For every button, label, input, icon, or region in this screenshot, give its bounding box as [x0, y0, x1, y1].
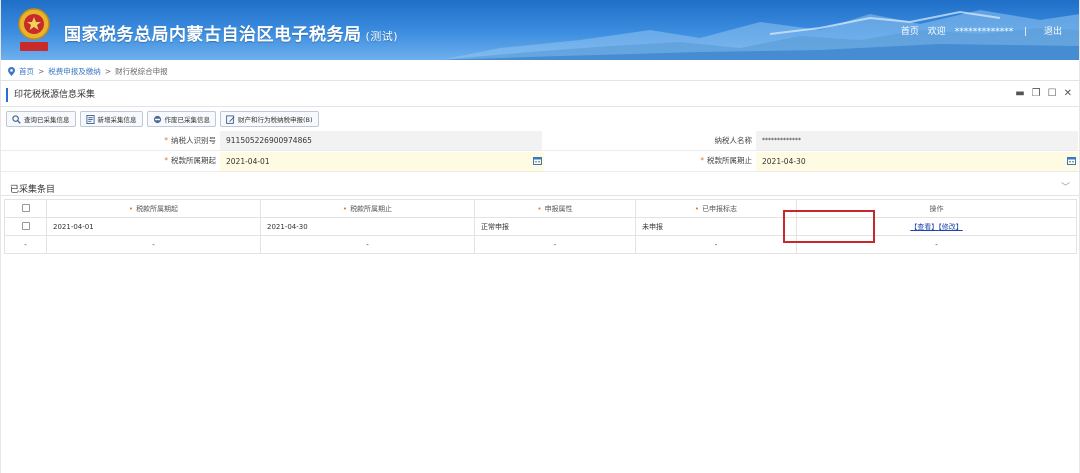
edit-icon [226, 114, 235, 124]
breadcrumb-current: 财行税综合申报 [115, 67, 168, 76]
user-bar-separator: | [1024, 27, 1028, 37]
maximize-icon[interactable]: ☐ [1048, 88, 1057, 99]
modify-link[interactable]: 【修改】 [938, 223, 963, 231]
calendar-icon[interactable] [533, 156, 542, 165]
breadcrumb-home[interactable]: 首页 [19, 66, 34, 77]
restore-icon[interactable]: ❐ [1032, 88, 1041, 99]
logout-link[interactable]: 退出 [1044, 27, 1062, 37]
tax-emblem-icon [18, 8, 50, 51]
table-row-empty: - - - - - - [4, 235, 1077, 254]
void-collected-button[interactable]: 作废已采集信息 [146, 111, 216, 127]
home-link[interactable]: 首页 [901, 27, 919, 37]
required-mark: * [164, 136, 168, 145]
calendar-icon[interactable] [1067, 156, 1076, 165]
period-start-label: * 税款所属期起 [100, 151, 216, 171]
col-header: • 税款所属期起 [46, 199, 261, 218]
query-collected-button[interactable]: 查询已采集信息 [6, 111, 76, 127]
cell-period-start: 2021-04-01 [46, 217, 261, 236]
query-collected-label: 查询已采集信息 [24, 116, 70, 124]
select-all-checkbox[interactable] [21, 203, 30, 212]
section-title: 已采集条目 [10, 185, 56, 195]
period-end-label-text: 税款所属期止 [707, 156, 752, 165]
col-header-declared-flag: 已申报标志 [702, 204, 738, 213]
document-icon [85, 114, 95, 124]
table-row: 2021-04-01 2021-04-30 正常申报 未申报 【查看】【修改】 [4, 217, 1077, 236]
chevron-down-icon[interactable]: ﹀ [1061, 180, 1070, 193]
empty-cell: - [46, 235, 261, 254]
collected-items-table: • 税款所属期起 • 税款所属期止 • 申报属性 • 已申报标志 操作 2021-04-… [4, 199, 1077, 254]
form-row: * 税款所属期起 2021-04-01 * 税款所属期止 2021-04-30 [0, 151, 1080, 172]
search-icon [12, 114, 21, 124]
view-link[interactable]: 【查看】 [910, 223, 938, 231]
taxpayer-id-label-text: 纳税人识别号 [171, 136, 216, 145]
period-end-input[interactable]: 2021-04-30 [756, 152, 1078, 171]
col-header-operation: 操作 [929, 204, 944, 213]
empty-cell: - [635, 235, 797, 254]
breadcrumb: 首页 > 税费申报及缴纳 > 财行税综合申报 [8, 66, 168, 77]
void-collected-label: 作废已采集信息 [164, 116, 211, 124]
location-pin-icon [8, 67, 15, 76]
add-collection-label: 新增采集信息 [97, 116, 137, 124]
highlight-box [783, 210, 875, 243]
row-checkbox[interactable] [21, 221, 30, 230]
required-mark: * [164, 156, 168, 165]
required-mark: * [700, 156, 704, 165]
period-start-label-text: 税款所属期起 [171, 156, 216, 165]
col-header-declaration-attr: 申报属性 [544, 204, 573, 213]
toolbar: 查询已采集信息 新增采集信息 作废已采集信息 财产和行为税纳税申报(B) [6, 111, 319, 127]
close-icon[interactable]: ✕ [1064, 88, 1072, 99]
empty-cell: - [474, 235, 636, 254]
property-behavior-tax-declaration-label: 财产和行为税纳税申报(B) [238, 116, 313, 124]
divider [0, 195, 1080, 196]
empty-cell: - [4, 235, 47, 254]
table-header-row: • 税款所属期起 • 税款所属期止 • 申报属性 • 已申报标志 操作 [4, 199, 1077, 218]
test-tag: (测试) [365, 30, 399, 43]
site-title-text: 国家税务总局内蒙古自治区电子税务局 [64, 25, 362, 45]
user-bar: 首页 欢迎 ************* | 退出 [895, 24, 1062, 37]
window-controls: ▬ ❐ ☐ ✕ [1015, 88, 1072, 99]
add-collection-button[interactable]: 新增采集信息 [79, 111, 143, 127]
form-row: * 纳税人识别号 911505226900974865 纳税人名称 *******… [0, 131, 1080, 151]
select-all-cell [4, 199, 47, 218]
panel-title: 印花税税源信息采集 [6, 88, 95, 102]
taxpayer-id-label: * 纳税人识别号 [100, 131, 216, 151]
breadcrumb-sep: > [38, 67, 45, 76]
taxpayer-name-label: 纳税人名称 [714, 136, 753, 145]
col-header: • 税款所属期止 [260, 199, 475, 218]
taxpayer-name-field: ************* [756, 131, 1078, 150]
welcome-text: 欢迎 [927, 27, 946, 37]
taxpayer-id-field: 911505226900974865 [220, 131, 542, 150]
col-header-period-start: 税款所属期起 [136, 204, 179, 213]
period-end-value: 2021-04-30 [762, 157, 806, 166]
col-header: • 申报属性 [474, 199, 636, 218]
minimize-icon[interactable]: ▬ [1015, 88, 1024, 99]
property-behavior-tax-declaration-button[interactable]: 财产和行为税纳税申报(B) [220, 111, 319, 127]
period-start-value: 2021-04-01 [226, 157, 270, 166]
period-end-label: * 税款所属期止 [640, 151, 752, 171]
col-header: • 已申报标志 [635, 199, 797, 218]
row-select-cell [4, 217, 47, 236]
site-title: 国家税务总局内蒙古自治区电子税务局 (测试) [64, 20, 398, 45]
cell-declared-flag: 未申报 [635, 217, 797, 236]
site-header: 国家税务总局内蒙古自治区电子税务局 (测试) 首页 欢迎 ************… [0, 0, 1080, 60]
period-start-input[interactable]: 2021-04-01 [220, 152, 544, 171]
divider [0, 80, 1080, 81]
void-icon [153, 115, 161, 123]
username: ************* [954, 27, 1014, 37]
cell-period-end: 2021-04-30 [260, 217, 475, 236]
cell-declaration-attr: 正常申报 [474, 217, 636, 236]
divider [0, 106, 1080, 107]
col-header-period-end: 税款所属期止 [350, 204, 393, 213]
breadcrumb-sep: > [104, 67, 112, 76]
breadcrumb-tax-filing[interactable]: 税费申报及缴纳 [48, 66, 101, 77]
empty-cell: - [260, 235, 475, 254]
